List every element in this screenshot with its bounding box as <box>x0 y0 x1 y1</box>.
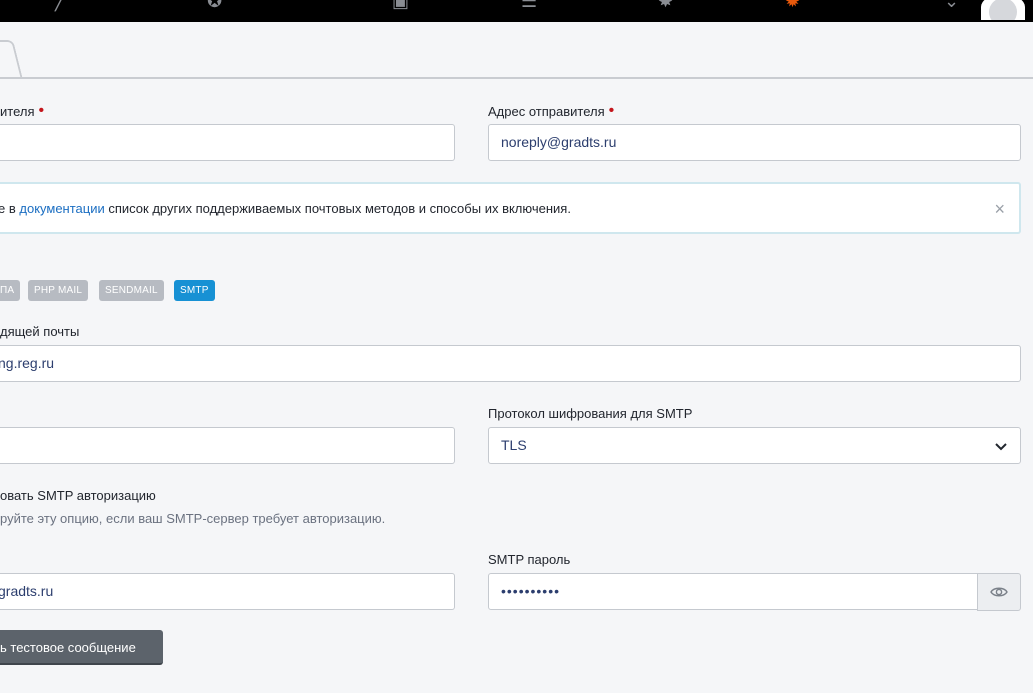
calendar-icon[interactable]: ▣ <box>392 0 409 10</box>
smtp-encryption-value: TLS <box>501 437 527 453</box>
sender-email-label-text: Адрес отправителя <box>488 104 605 119</box>
top-navbar: ╱ ✪ ▣ ☰ ✸ ✹ ⌄ <box>0 0 1033 22</box>
tab-divider <box>0 77 1033 79</box>
info-alert: е в документации список других поддержив… <box>0 182 1021 234</box>
smtp-password-label: SMTP пароль <box>488 552 571 567</box>
sender-email-input[interactable]: noreply@gradts.ru <box>488 124 1021 161</box>
toggle-password-button[interactable] <box>977 573 1021 611</box>
eye-icon <box>990 587 1008 597</box>
method-pill-php-mail[interactable]: PHP MAIL <box>28 280 89 301</box>
chevron-down-icon <box>995 443 1007 451</box>
smtp-auth-label[interactable]: овать SMTP авторизацию <box>0 488 156 503</box>
user-avatar[interactable] <box>981 0 1025 20</box>
smtp-encryption-label: Протокол шифрования для SMTP <box>488 406 693 421</box>
sender-email-label: Адрес отправителя • <box>488 102 615 121</box>
active-tab[interactable] <box>0 40 23 79</box>
close-icon[interactable]: × <box>994 184 1005 234</box>
method-pill-smtp[interactable]: SMTP <box>174 280 215 301</box>
smtp-encryption-select[interactable]: TLS <box>488 427 1021 464</box>
sender-name-label: ителя • <box>0 102 45 121</box>
method-pill-sendmail[interactable]: SENDMAIL <box>99 280 164 301</box>
smtp-auth-help: руйте эту опцию, если ваш SMTP-сервер тр… <box>0 511 386 526</box>
smtp-host-input[interactable]: ng.reg.ru <box>0 345 1021 382</box>
send-test-message-button[interactable]: ь тестовое сообщение <box>0 630 163 665</box>
method-pill-phpmailer[interactable]: ПА <box>0 280 21 301</box>
rocket-icon[interactable]: ✪ <box>207 0 222 10</box>
required-marker: • <box>38 102 45 119</box>
sender-name-input[interactable] <box>0 124 455 161</box>
gear-icon[interactable]: ✹ <box>785 0 800 10</box>
smtp-host-label: дящей почты <box>0 324 80 339</box>
alert-text-prefix: е в <box>0 201 20 216</box>
smtp-password-input[interactable]: •••••••••• <box>488 573 978 610</box>
smtp-port-input[interactable] <box>0 427 455 464</box>
puzzle-icon[interactable]: ✸ <box>658 0 673 10</box>
chevron-icon[interactable]: ⌄ <box>944 0 959 10</box>
list-icon[interactable]: ☰ <box>521 0 537 10</box>
documentation-link[interactable]: документации <box>19 201 104 216</box>
alert-text-suffix: список других поддерживаемых почтовых ме… <box>104 201 571 216</box>
sender-name-label-text: ителя <box>0 104 35 119</box>
required-marker: • <box>608 102 615 119</box>
smtp-username-input[interactable]: gradts.ru <box>0 573 455 610</box>
back-icon[interactable]: ╱ <box>55 0 66 10</box>
